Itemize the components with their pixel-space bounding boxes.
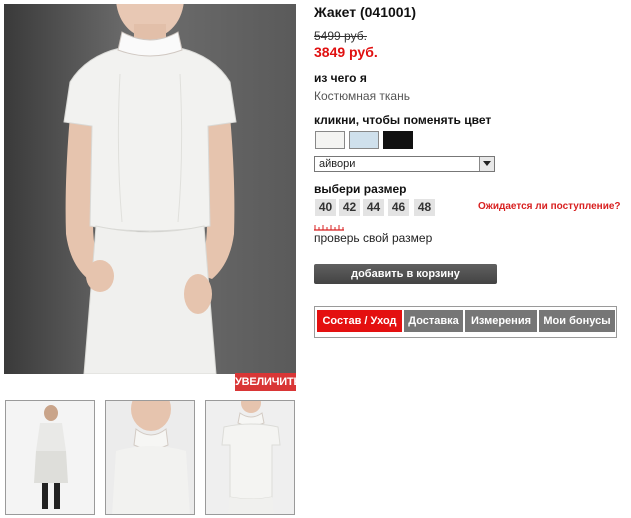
main-product-photo[interactable] — [4, 4, 296, 374]
thumbnail-collar-image — [106, 401, 194, 514]
sale-price: 3849 руб. — [314, 44, 378, 60]
thumbnail-collar-closeup[interactable] — [105, 400, 195, 515]
tab-measurements[interactable]: Измерения — [465, 310, 537, 332]
color-select-value: айвори — [319, 158, 356, 170]
info-tabs: Состав / Уход Доставка Измерения Мои бон… — [314, 306, 617, 338]
material-value: Костюмная ткань — [314, 89, 410, 103]
color-swatch-ivory[interactable] — [315, 131, 345, 149]
color-heading: кликни, чтобы поменять цвет — [314, 113, 492, 127]
tab-delivery[interactable]: Доставка — [404, 310, 463, 332]
size-option-44[interactable]: 44 — [363, 199, 384, 216]
color-select[interactable]: айвори — [314, 156, 495, 172]
thumbnail-front-view[interactable] — [205, 400, 295, 515]
size-option-48[interactable]: 48 — [414, 199, 435, 216]
check-size-link[interactable]: проверь свой размер — [314, 231, 432, 245]
chevron-down-icon[interactable] — [479, 157, 494, 171]
size-heading: выбери размер — [314, 182, 407, 196]
size-option-40[interactable]: 40 — [315, 199, 336, 216]
thumbnail-back-view[interactable] — [5, 400, 95, 515]
tab-composition-care[interactable]: Состав / Уход — [317, 310, 402, 332]
product-title: Жакет (041001) — [314, 4, 417, 20]
color-swatch-black[interactable] — [383, 131, 413, 149]
model-photo-illustration — [63, 4, 237, 374]
old-price: 5499 руб. — [314, 29, 367, 43]
color-swatch-light-blue[interactable] — [349, 131, 379, 149]
thumbnail-back-image — [6, 401, 94, 514]
tab-my-bonuses[interactable]: Мои бонусы — [539, 310, 615, 332]
zoom-button[interactable]: УВЕЛИЧИТЬ — [235, 373, 301, 391]
material-heading: из чего я — [314, 71, 367, 85]
ruler-icon[interactable] — [314, 223, 344, 231]
size-option-42[interactable]: 42 — [339, 199, 360, 216]
thumbnail-front-image — [206, 401, 294, 514]
add-to-cart-button[interactable]: добавить в корзину — [314, 264, 497, 284]
size-option-46[interactable]: 46 — [388, 199, 409, 216]
availability-request-link[interactable]: Ожидается ли поступление? — [478, 201, 621, 212]
